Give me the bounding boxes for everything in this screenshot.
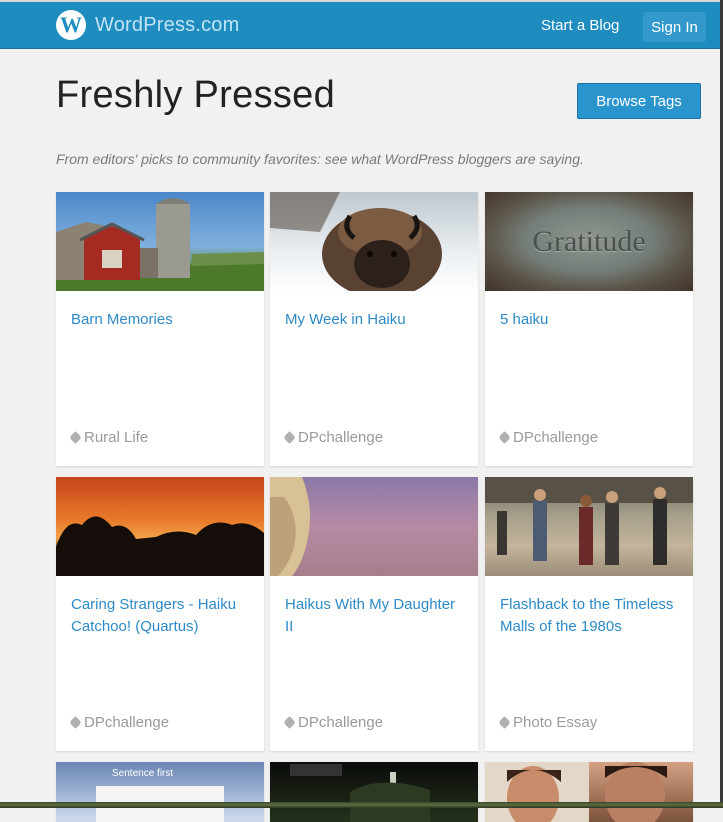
post-thumbnail[interactable]: Sentence first — [56, 762, 264, 822]
post-title[interactable]: 5 haiku — [500, 309, 682, 331]
post-tag[interactable]: DPchallenge — [283, 429, 384, 446]
tag-icon — [283, 431, 296, 444]
post-title[interactable]: My Week in Haiku — [285, 309, 467, 331]
post-title[interactable]: Barn Memories — [71, 309, 253, 331]
post-card[interactable]: Flashback to the Timeless Malls of the 1… — [485, 477, 693, 751]
taskbar-edge — [0, 802, 723, 808]
post-thumbnail[interactable] — [270, 762, 478, 822]
post-thumbnail[interactable] — [485, 477, 693, 576]
tag-icon — [498, 431, 511, 444]
thumbnail-caption: Sentence first — [112, 768, 174, 779]
post-tag[interactable]: DPchallenge — [498, 429, 599, 446]
sign-in-button[interactable]: Sign In — [643, 12, 706, 42]
browse-tags-button[interactable]: Browse Tags — [577, 83, 701, 119]
post-thumbnail[interactable] — [270, 192, 478, 291]
post-tag-label: DPchallenge — [513, 429, 599, 446]
post-title[interactable]: Haikus With My Daughter II — [285, 594, 467, 638]
post-thumbnail[interactable] — [56, 477, 264, 576]
post-title[interactable]: Caring Strangers - Haiku Catchoo! (Quart… — [71, 594, 253, 638]
post-card[interactable] — [270, 762, 478, 822]
post-card[interactable]: Sentence first — [56, 762, 264, 822]
tag-icon — [69, 716, 82, 729]
page-subtitle: From editors' picks to community favorit… — [56, 151, 584, 167]
masthead: W WordPress.com Start a Blog Sign In — [0, 2, 720, 49]
post-tag-label: DPchallenge — [298, 714, 384, 731]
post-tag-label: Rural Life — [84, 429, 149, 446]
post-tag[interactable]: Rural Life — [69, 429, 149, 446]
brand-name: WordPress.com — [95, 13, 240, 36]
start-blog-link[interactable]: Start a Blog — [541, 17, 619, 34]
post-thumbnail[interactable] — [56, 192, 264, 291]
post-card[interactable]: Gratitude 5 haiku DPchallenge — [485, 192, 693, 466]
post-card[interactable]: My Week in Haiku DPchallenge — [270, 192, 478, 466]
tag-icon — [498, 716, 511, 729]
post-thumbnail[interactable] — [270, 477, 478, 576]
post-tag-label: Photo Essay — [513, 714, 598, 731]
post-tag[interactable]: Photo Essay — [498, 714, 598, 731]
page-title: Freshly Pressed — [56, 74, 336, 116]
post-card[interactable]: Haikus With My Daughter II DPchallenge — [270, 477, 478, 751]
post-thumbnail[interactable]: Gratitude — [485, 192, 693, 291]
post-title[interactable]: Flashback to the Timeless Malls of the 1… — [500, 594, 682, 638]
post-card[interactable]: Barn Memories Rural Life — [56, 192, 264, 466]
post-card[interactable]: Caring Strangers - Haiku Catchoo! (Quart… — [56, 477, 264, 751]
post-tag-label: DPchallenge — [298, 429, 384, 446]
post-tag-label: DPchallenge — [84, 714, 170, 731]
tag-icon — [69, 431, 82, 444]
post-card[interactable] — [485, 762, 693, 822]
post-thumbnail[interactable] — [485, 762, 693, 822]
tag-icon — [283, 716, 296, 729]
stone-engraving: Gratitude — [532, 224, 646, 258]
post-tag[interactable]: DPchallenge — [283, 714, 384, 731]
wordpress-logo-icon: W — [56, 10, 86, 40]
brand-link[interactable]: W WordPress.com — [56, 9, 240, 41]
post-tag[interactable]: DPchallenge — [69, 714, 170, 731]
